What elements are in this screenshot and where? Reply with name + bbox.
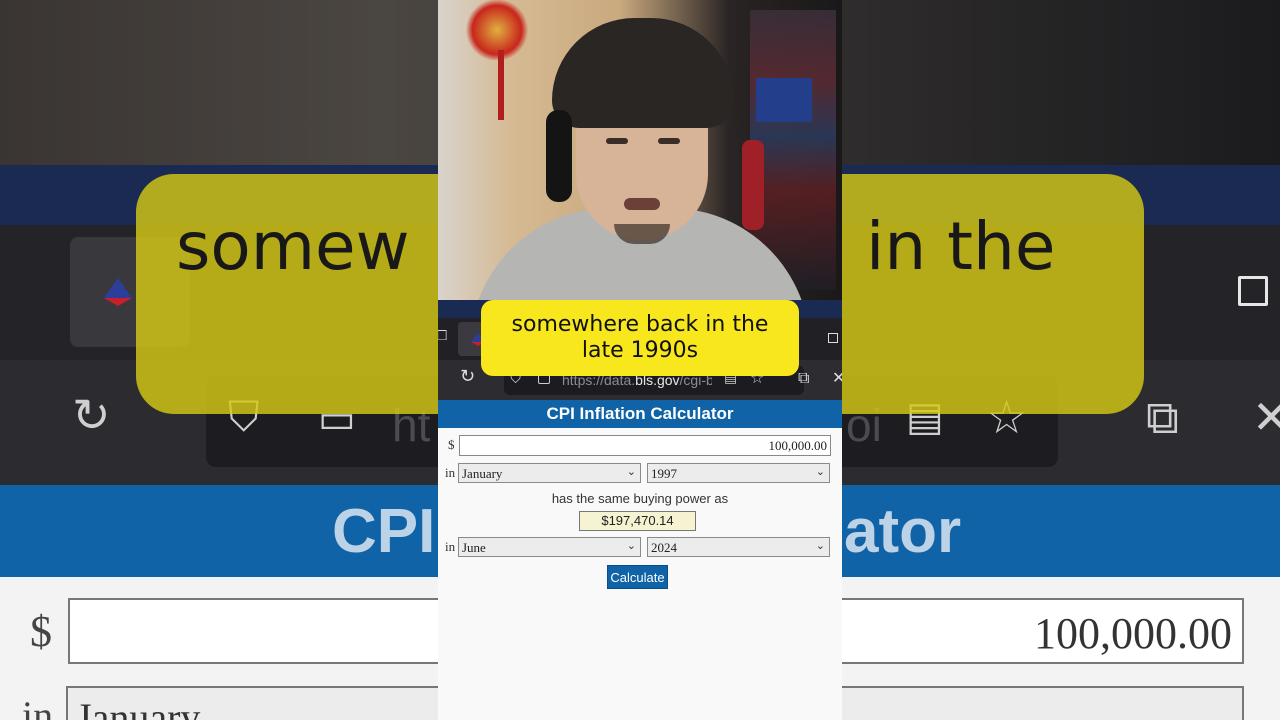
bg-extension-icon: ⧉ bbox=[1146, 390, 1179, 444]
from-year-value: 1997 bbox=[651, 466, 677, 481]
webcam-feed bbox=[438, 0, 842, 300]
to-month-select[interactable]: June ⌄ bbox=[458, 537, 641, 557]
ornament-icon bbox=[464, 0, 530, 60]
to-in-label: in bbox=[445, 539, 456, 554]
chevron-down-icon: ⌄ bbox=[626, 539, 636, 552]
bg-caption-right: in the bbox=[866, 208, 1056, 285]
bg-chevron-down-icon: ⌄ bbox=[1196, 701, 1225, 720]
reload-icon[interactable]: ↻ bbox=[460, 366, 475, 387]
bg-currency: $ bbox=[30, 607, 52, 656]
caption-line-2: late 1990s bbox=[581, 338, 699, 363]
bg-header-text-right: ator bbox=[844, 497, 962, 566]
bg-close-icon: ✕ bbox=[1252, 390, 1280, 444]
person-hair bbox=[552, 18, 734, 128]
video-frame: ↻ ⛉ ▭ ht oi ▤ ☆ ⧉ ✕ CPI ator $ 100,000.0… bbox=[0, 0, 1280, 720]
from-in-label: in bbox=[445, 465, 456, 480]
maximize-icon[interactable] bbox=[828, 333, 838, 343]
person-eye-left bbox=[606, 138, 628, 144]
ornament-tassel bbox=[498, 50, 504, 120]
chevron-down-icon: ⌄ bbox=[815, 539, 825, 552]
bg-header-text-left: CPI bbox=[332, 497, 436, 566]
bg-caption-left: somew bbox=[176, 208, 410, 285]
bg-reload-icon: ↻ bbox=[72, 388, 111, 442]
headphones-icon bbox=[546, 110, 572, 202]
bg-flag-icon bbox=[104, 278, 132, 306]
amount-input[interactable]: 100,000.00 bbox=[459, 435, 831, 456]
chevron-down-icon: ⌄ bbox=[815, 465, 825, 478]
chevron-down-icon: ⌄ bbox=[626, 465, 636, 478]
from-year-select[interactable]: 1997 ⌄ bbox=[647, 463, 830, 483]
from-month-select[interactable]: January ⌄ bbox=[458, 463, 641, 483]
caption-line-1: somewhere back in the bbox=[511, 312, 769, 337]
to-year-value: 2024 bbox=[651, 540, 677, 555]
person-mouth bbox=[624, 198, 660, 210]
bg-in-label: in bbox=[22, 693, 54, 720]
to-year-select[interactable]: 2024 ⌄ bbox=[647, 537, 830, 557]
result-value: $197,470.14 bbox=[579, 511, 696, 531]
bg-month-value: January bbox=[76, 695, 201, 720]
calculate-button[interactable]: Calculate bbox=[607, 565, 668, 589]
extensions-icon[interactable]: ⧉ bbox=[798, 368, 809, 388]
calculator-title: CPI Inflation Calculator bbox=[438, 400, 842, 428]
from-month-value: January bbox=[462, 466, 503, 481]
person-eye-right bbox=[658, 138, 680, 144]
to-month-value: June bbox=[462, 540, 486, 555]
bg-maximize-icon bbox=[1238, 276, 1268, 306]
same-buying-power-text: has the same buying power as bbox=[551, 491, 729, 506]
close-icon[interactable]: ✕ bbox=[832, 368, 842, 387]
video-caption: somewhere back in the late 1990s bbox=[481, 300, 799, 376]
bg-amount-value: 100,000.00 bbox=[1034, 609, 1232, 658]
shelf-box bbox=[756, 78, 812, 122]
tab-list-icon[interactable]: ⧠ bbox=[438, 328, 447, 344]
currency-label: $ bbox=[448, 437, 455, 452]
shelf-bottle bbox=[742, 140, 764, 230]
